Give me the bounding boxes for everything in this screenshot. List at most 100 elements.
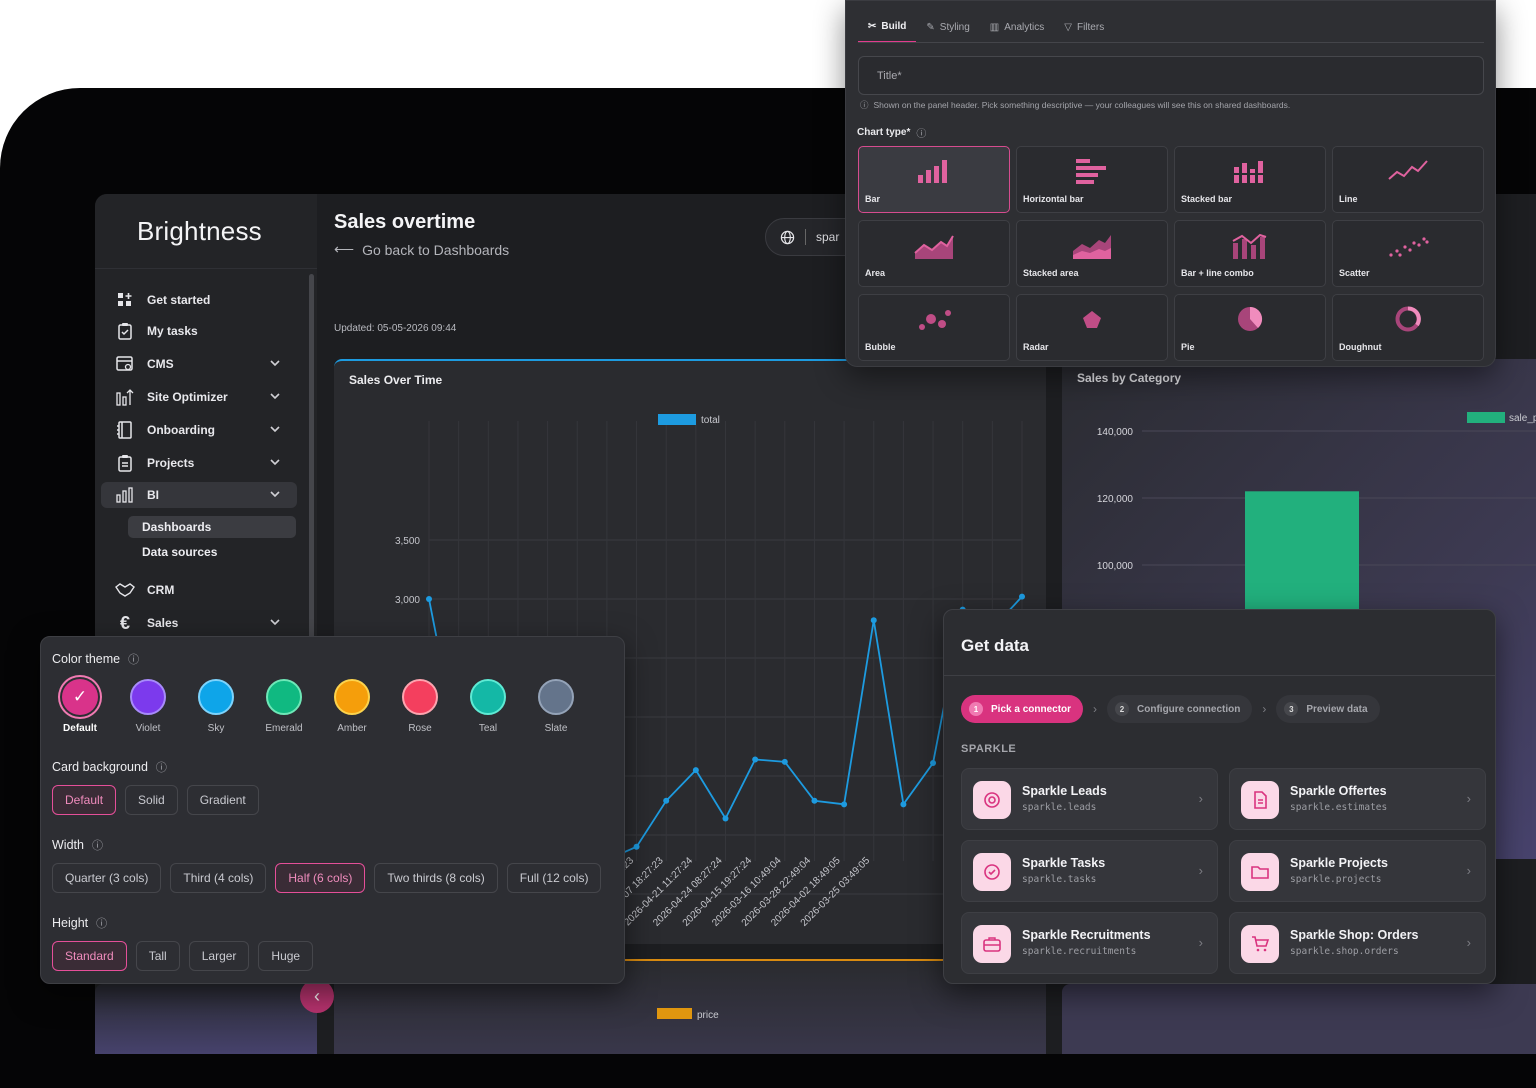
sidebar-item-label: BI	[147, 488, 159, 502]
option-two-thirds[interactable]: Two thirds (8 cols)	[374, 863, 498, 893]
sidebar-item-site-optimizer[interactable]: Site Optimizer	[101, 384, 297, 410]
option-full[interactable]: Full (12 cols)	[506, 863, 602, 893]
option-solid[interactable]: Solid	[125, 785, 178, 815]
data-point	[781, 758, 788, 765]
folder-icon	[1241, 853, 1279, 891]
data-point	[811, 797, 818, 804]
browser-settings-icon	[115, 354, 135, 374]
chart-type-area[interactable]: Area	[858, 220, 1010, 287]
back-link[interactable]: ⟵ Go back to Dashboards	[334, 241, 509, 258]
sidebar-item-bi[interactable]: BI	[101, 482, 297, 508]
option-huge[interactable]: Huge	[258, 941, 314, 971]
y-tick-label: 120,000	[1097, 494, 1134, 505]
chart-type-radar[interactable]: Radar	[1016, 294, 1168, 361]
tile-label: Pie	[1181, 342, 1195, 352]
chart-card-left[interactable]	[95, 984, 317, 1054]
title-input[interactable]: Title*	[858, 56, 1484, 95]
chart-type-bar[interactable]: Bar	[858, 146, 1010, 213]
tab-styling[interactable]: ✎ Styling	[916, 11, 979, 43]
sidebar-item-cms[interactable]: CMS	[101, 351, 297, 377]
chevron-down-icon	[270, 619, 280, 626]
option-larger[interactable]: Larger	[188, 941, 250, 971]
check-icon: ✓	[72, 687, 88, 706]
book-icon	[115, 420, 135, 440]
sidebar-item-onboarding[interactable]: Onboarding	[101, 417, 297, 443]
theme-swatch-rose[interactable]: Rose	[400, 679, 440, 734]
option-default[interactable]: Default	[52, 785, 117, 815]
chart-card-secondary[interactable]	[1062, 984, 1536, 1054]
step-preview-data[interactable]: 3 Preview data	[1276, 695, 1380, 723]
connector-name: Sparkle Recruitments	[1022, 928, 1151, 942]
option-standard[interactable]: Standard	[52, 941, 127, 971]
bar-chart-icon: ▥	[989, 21, 1000, 33]
tab-build[interactable]: ✂ Build	[858, 11, 917, 43]
chart-type-bubble[interactable]: Bubble	[858, 294, 1010, 361]
connector-sparkle-tasks[interactable]: Sparkle Tasks sparkle.tasks ›	[961, 840, 1218, 902]
swatch-dot	[130, 679, 166, 715]
line-chart-icon	[1388, 160, 1428, 180]
clipboard-check-icon	[115, 321, 135, 341]
theme-swatch-emerald[interactable]: Emerald	[264, 679, 304, 734]
chart-type-stacked-area[interactable]: Stacked area	[1016, 220, 1168, 287]
connector-name: Sparkle Leads	[1022, 784, 1107, 798]
tab-analytics[interactable]: ▥ Analytics	[980, 11, 1054, 43]
swatch-label: Amber	[337, 723, 367, 734]
connector-sparkle-shop-orders[interactable]: Sparkle Shop: Orders sparkle.shop.orders…	[1229, 912, 1486, 974]
theme-swatch-default[interactable]: ✓ Default	[60, 679, 100, 734]
step-configure-connection[interactable]: 2 Configure connection	[1107, 695, 1253, 723]
sidebar-item-projects[interactable]: Projects	[101, 450, 297, 476]
connector-sparkle-projects[interactable]: Sparkle Projects sparkle.projects ›	[1229, 840, 1486, 902]
info-icon: ⓘ	[91, 840, 103, 852]
legend-label-sale-price: sale_price	[1509, 413, 1536, 424]
sidebar-scrollbar[interactable]	[309, 274, 314, 654]
sidebar-item-my-tasks[interactable]: My tasks	[101, 318, 297, 344]
connector-sparkle-offertes[interactable]: Sparkle Offertes sparkle.estimates ›	[1229, 768, 1486, 830]
option-tall[interactable]: Tall	[135, 941, 180, 971]
carousel-prev-button[interactable]: ‹	[300, 979, 334, 1013]
scatter-chart-icon	[1389, 237, 1429, 257]
chart-type-label: Chart type* ⓘ	[857, 125, 926, 140]
sidebar-item-crm[interactable]: CRM	[101, 577, 297, 603]
height-label: Height ⓘ	[52, 915, 107, 931]
connector-sparkle-leads[interactable]: Sparkle Leads sparkle.leads ›	[961, 768, 1218, 830]
theme-swatch-amber[interactable]: Amber	[332, 679, 372, 734]
chart-type-line[interactable]: Line	[1332, 146, 1484, 213]
theme-swatch-slate[interactable]: Slate	[536, 679, 576, 734]
connector-sparkle-recruitments[interactable]: Sparkle Recruitments sparkle.recruitment…	[961, 912, 1218, 974]
chevron-right-icon: ›	[1262, 702, 1267, 716]
chart-type-pie[interactable]: Pie	[1174, 294, 1326, 361]
search-value: spar	[816, 230, 840, 244]
tools-icon: ✂	[868, 20, 877, 32]
chart-type-scatter[interactable]: Scatter	[1332, 220, 1484, 287]
option-gradient[interactable]: Gradient	[186, 785, 259, 815]
sidebar-item-label: Sales	[147, 616, 179, 630]
card-style-panel: Color theme ⓘ ✓ Default Violet Sky Emerald…	[40, 636, 625, 984]
color-theme-label: Color theme ⓘ	[52, 651, 139, 667]
chart-type-bar-line-combo[interactable]: Bar + line combo	[1174, 220, 1326, 287]
sidebar-subitem-data-sources[interactable]: Data sources	[128, 541, 296, 563]
sidebar-item-sales[interactable]: € Sales	[101, 610, 297, 636]
step-pick-connector[interactable]: 1 Pick a connector	[961, 695, 1084, 723]
theme-swatch-sky[interactable]: Sky	[196, 679, 236, 734]
label-text: Width	[52, 838, 84, 852]
option-half[interactable]: Half (6 cols)	[275, 863, 366, 893]
data-point	[752, 756, 759, 763]
height-options: Standard Tall Larger Huge	[52, 941, 314, 971]
tab-filters[interactable]: ▽ Filters	[1054, 11, 1114, 43]
sidebar-item-get-started[interactable]: Get started	[101, 287, 297, 313]
connector-source: sparkle.shop.orders	[1290, 946, 1399, 957]
connector-name: Sparkle Projects	[1290, 856, 1388, 870]
theme-swatch-violet[interactable]: Violet	[128, 679, 168, 734]
chart-type-doughnut[interactable]: Doughnut	[1332, 294, 1484, 361]
chevron-right-icon: ›	[1466, 935, 1471, 950]
data-point	[426, 596, 432, 602]
info-icon: ⓘ	[96, 918, 108, 930]
chart-type-horizontal-bar[interactable]: Horizontal bar	[1016, 146, 1168, 213]
chart-type-stacked-bar[interactable]: Stacked bar	[1174, 146, 1326, 213]
chevron-left-icon: ‹	[314, 985, 320, 1006]
sidebar-subitem-dashboards[interactable]: Dashboards	[128, 516, 296, 538]
theme-swatch-teal[interactable]: Teal	[468, 679, 508, 734]
option-quarter[interactable]: Quarter (3 cols)	[52, 863, 162, 893]
y-tick-label: 3,500	[395, 536, 420, 547]
option-third[interactable]: Third (4 cols)	[170, 863, 267, 893]
